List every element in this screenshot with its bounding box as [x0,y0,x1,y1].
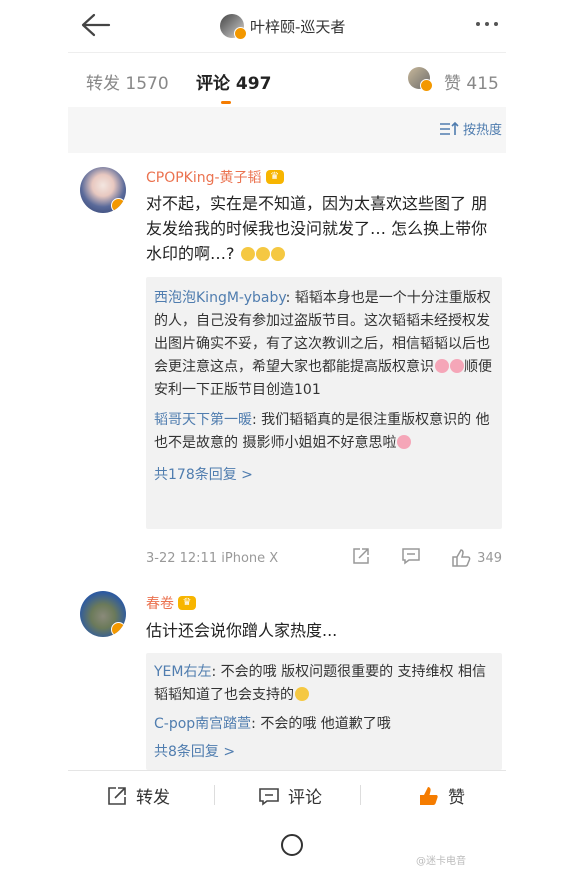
reply-username[interactable]: YEM右左 [154,664,211,680]
divider [214,785,215,805]
active-tab-indicator [221,101,231,104]
laugh-cry-emoji-icon [270,247,285,261]
verified-badge-icon [420,79,433,92]
comment-time: 3-22 12:11 [146,551,218,566]
header-title-group[interactable]: 叶梓颐-巡天者 [220,12,345,40]
comment-username[interactable]: 春卷 ♛ [146,593,196,613]
repost-icon [108,786,126,805]
reply-username[interactable]: C-pop南宫踏萱 [154,716,251,732]
tab-comment[interactable]: 评论 497 [196,69,271,94]
reply-box[interactable]: 西泡泡KingM-ybaby: 韬韬本身也是一个十分注重版权的人，自己没有参加过… [146,277,502,529]
tab-repost-label: 转发 [86,74,120,94]
comment-icon [259,787,279,806]
comment-item: 春卷 ♛ 估计还会说你蹭人家热度... YEM右左: 不会的哦 版权问题很重要的… [68,583,506,770]
thumbs-up-icon [420,786,438,805]
tab-like-count: 415 [466,74,499,94]
reply-text: 不会的哦 他道歉了哦 [260,716,391,732]
more-replies-link[interactable]: 共8条回复 > [146,741,502,761]
comment-text: 估计还会说你蹭人家热度... [146,621,338,640]
verified-badge-icon [111,198,126,213]
share-icon[interactable] [351,546,371,570]
tab-bar: 转发 1570 评论 497 赞 415 [68,53,506,107]
more-replies-link[interactable]: 共178条回复 > [146,464,502,484]
comment-body: 对不起，实在是不知道，因为太喜欢这些图了 朋友发给我的时候我也没问就发了… 怎么… [146,194,488,263]
smile-emoji-icon [295,687,309,701]
reply-item[interactable]: 韬哥天下第一暖: 我们韬韬真的是很注重版权意识的 他也不是故意的 摄影师小姐姐不… [146,409,502,455]
liker-avatar[interactable] [408,67,433,92]
pig-emoji-icon [450,359,464,373]
comment-label: 评论 [288,788,322,808]
comment-actions: 349 [351,546,502,570]
reply-username[interactable]: 韬哥天下第一暖 [154,412,252,428]
divider [360,785,361,805]
phone-screen: 叶梓颐-巡天者 转发 1570 评论 497 赞 415 按热度 CPOPKin… [68,0,506,871]
sort-label: 按热度 [462,123,502,138]
comment-meta: 3-22 12:11 iPhone X [146,551,278,566]
like-button[interactable]: 349 [451,548,502,568]
reply-item[interactable]: 西泡泡KingM-ybaby: 韬韬本身也是一个十分注重版权的人，自己没有参加过… [146,287,502,402]
avatar[interactable] [80,167,126,213]
pig-emoji-icon [435,359,449,373]
bottom-action-bar: 转发 评论 赞 [68,770,506,819]
tab-like[interactable]: 赞 415 [444,69,499,94]
home-indicator[interactable] [281,834,303,856]
top-bar: 叶梓颐-巡天者 [68,0,506,53]
thumbs-up-icon [452,549,471,567]
repost-button[interactable]: 转发 [106,783,170,808]
sort-bar: 按热度 [68,107,506,153]
bunny-emoji-icon [397,435,412,449]
author-avatar[interactable] [220,14,247,40]
tab-like-label: 赞 [444,74,461,94]
watermark: @迷卡电音 [416,856,466,867]
comment-device: iPhone X [221,551,279,566]
comment-username[interactable]: CPOPKing-黄子韬 ♛ [146,167,284,187]
tab-comment-label: 评论 [196,74,230,94]
like-count: 349 [477,550,502,566]
vip-crown-icon: ♛ [178,596,196,610]
back-arrow-icon[interactable] [78,10,112,40]
reply-box[interactable]: YEM右左: 不会的哦 版权问题很重要的 支持维权 相信韬韬知道了也会支持的 C… [146,653,502,770]
repost-label: 转发 [136,788,170,808]
comment-text: 对不起，实在是不知道，因为太喜欢这些图了 朋友发给我的时候我也没问就发了… 怎么… [146,191,500,266]
reply-item[interactable]: C-pop南宫踏萱: 不会的哦 他道歉了哦 [146,713,502,736]
like-label: 赞 [448,788,465,808]
more-options-icon[interactable] [476,22,498,26]
username-text: 春卷 [146,596,174,612]
verified-badge-icon [234,27,247,40]
like-bottom-button[interactable]: 赞 [418,783,465,808]
sort-button[interactable]: 按热度 [439,119,502,138]
username-text: CPOPKing-黄子韬 [146,170,262,186]
vip-crown-icon: ♛ [265,170,284,184]
comment-button[interactable]: 评论 [258,783,322,808]
comment-item: CPOPKing-黄子韬 ♛ 对不起，实在是不知道，因为太喜欢这些图了 朋友发给… [68,153,506,593]
tab-repost[interactable]: 转发 1570 [86,69,169,94]
laugh-cry-emoji-icon [255,247,270,261]
tab-comment-count: 497 [235,74,272,94]
reply-comment-icon[interactable] [401,546,421,570]
reply-username[interactable]: 西泡泡KingM-ybaby [154,290,286,306]
verified-badge-icon [111,622,126,637]
sort-icon [439,121,459,135]
page-title: 叶梓颐-巡天者 [250,17,346,36]
laugh-cry-emoji-icon [240,247,255,261]
tab-repost-count: 1570 [125,74,169,94]
reply-item[interactable]: YEM右左: 不会的哦 版权问题很重要的 支持维权 相信韬韬知道了也会支持的 [146,661,502,707]
avatar[interactable] [80,591,126,637]
